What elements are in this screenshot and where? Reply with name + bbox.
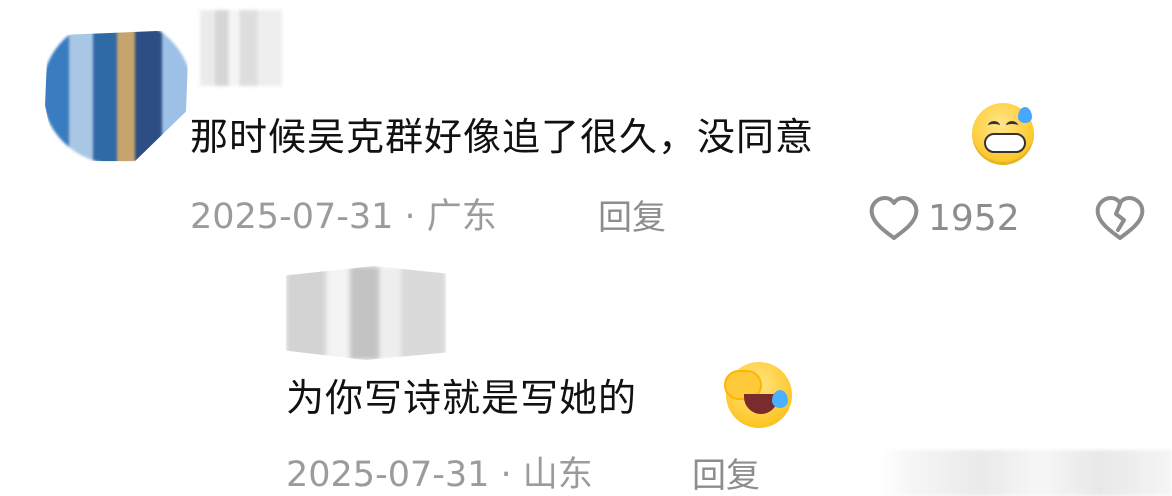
comment-date-location: 2025-07-31 · 广东: [190, 197, 497, 237]
username-redacted: [200, 10, 282, 86]
comment-date-location: 2025-07-31 · 山东: [286, 455, 593, 495]
reply-button[interactable]: 回复: [692, 459, 760, 493]
reply-label: 回复: [692, 456, 760, 496]
like-count-value: 1952: [928, 198, 1020, 239]
facepalm-laughing-icon: [724, 362, 792, 428]
avatar[interactable]: [286, 266, 446, 360]
redacted-actions: [880, 450, 1172, 496]
reply-button[interactable]: 回复: [598, 201, 666, 235]
reply-label: 回复: [598, 198, 666, 238]
comment-text: 那时候吴克群好像追了很久，没同意: [190, 118, 814, 156]
comment-text-content: 那时候吴克群好像追了很久，没同意: [190, 115, 815, 159]
comment-text-content: 为你写诗就是写她的: [286, 376, 638, 420]
heart-icon[interactable]: [868, 194, 920, 242]
grimacing-sweat-icon: [972, 103, 1034, 165]
comment-text: 为你写诗就是写她的: [286, 379, 637, 417]
broken-heart-icon[interactable]: [1094, 194, 1146, 242]
comment-meta: 2025-07-31 · 广东: [190, 200, 497, 235]
comment-meta: 2025-07-31 · 山东: [286, 458, 593, 493]
avatar[interactable]: [45, 29, 189, 162]
like-count: 1952: [928, 201, 1020, 237]
